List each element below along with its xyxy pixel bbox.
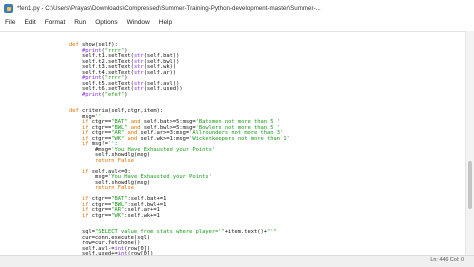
code-token-text: )	[124, 91, 128, 98]
menu-options[interactable]: Options	[95, 19, 117, 26]
window-title: *fen1.py - C:\Users\Prayas\Downloads\Com…	[17, 4, 321, 12]
code-token-text: (self.used))	[143, 86, 183, 92]
code-token-builtin: str	[133, 69, 144, 76]
menu-help[interactable]: Help	[159, 19, 172, 26]
code-token-keyword: def	[69, 42, 82, 48]
vertical-scrollbar[interactable]	[465, 31, 474, 255]
title-bar: *fen1.py - C:\Users\Prayas\Downloads\Com…	[0, 0, 474, 16]
cursor-position: Ln: 446 Col: 0	[430, 257, 464, 263]
code-token-keyword: return False	[95, 185, 134, 191]
menu-format[interactable]: Format	[45, 19, 66, 26]
code-token-text: self.wk>=1:msg=	[140, 135, 190, 142]
code-token-string: "WK"	[111, 212, 125, 219]
code-token-builtin: #print	[82, 91, 102, 98]
code-token-string: "efef"	[104, 91, 125, 98]
code-token-keyword: if	[82, 168, 92, 175]
code-token-text: (self.ar))	[143, 69, 177, 76]
code-token-text: +item.text()+	[224, 229, 268, 235]
code-token-string: 'Wicketkeepers not more than 1'	[189, 135, 290, 142]
status-bar: Ln: 446 Col: 0	[0, 255, 474, 267]
menu-run[interactable]: Run	[74, 19, 86, 26]
python-idle-icon	[4, 3, 13, 13]
scrollbar-thumb[interactable]	[468, 161, 472, 209]
code-token-string: "'"	[267, 229, 277, 235]
menu-edit[interactable]: Edit	[24, 19, 35, 26]
code-token-keyword: if	[82, 141, 92, 147]
code-token-keyword: if	[82, 212, 92, 219]
code-line: #print("efef")	[82, 92, 127, 99]
menu-file[interactable]: File	[5, 19, 15, 26]
menu-window[interactable]: Window	[127, 19, 150, 26]
code-token-text: :self.wk+=1	[124, 212, 160, 219]
code-token-keyword: def	[69, 108, 82, 114]
code-line: return False	[95, 158, 134, 165]
code-editor[interactable]: def show(self): #print("rrrr") self.t1.set…	[0, 31, 466, 256]
code-token-keyword: return False	[95, 157, 134, 164]
code-token-text: ctgr==	[91, 212, 112, 219]
code-line: if ctgr=="WK":self.wk+=1	[82, 213, 160, 220]
code-token-keyword: and	[124, 135, 141, 142]
code-line: return False	[95, 185, 134, 192]
menu-bar: File Edit Format Run Options Window Help	[0, 17, 181, 28]
code-token-builtin: str	[133, 86, 144, 92]
